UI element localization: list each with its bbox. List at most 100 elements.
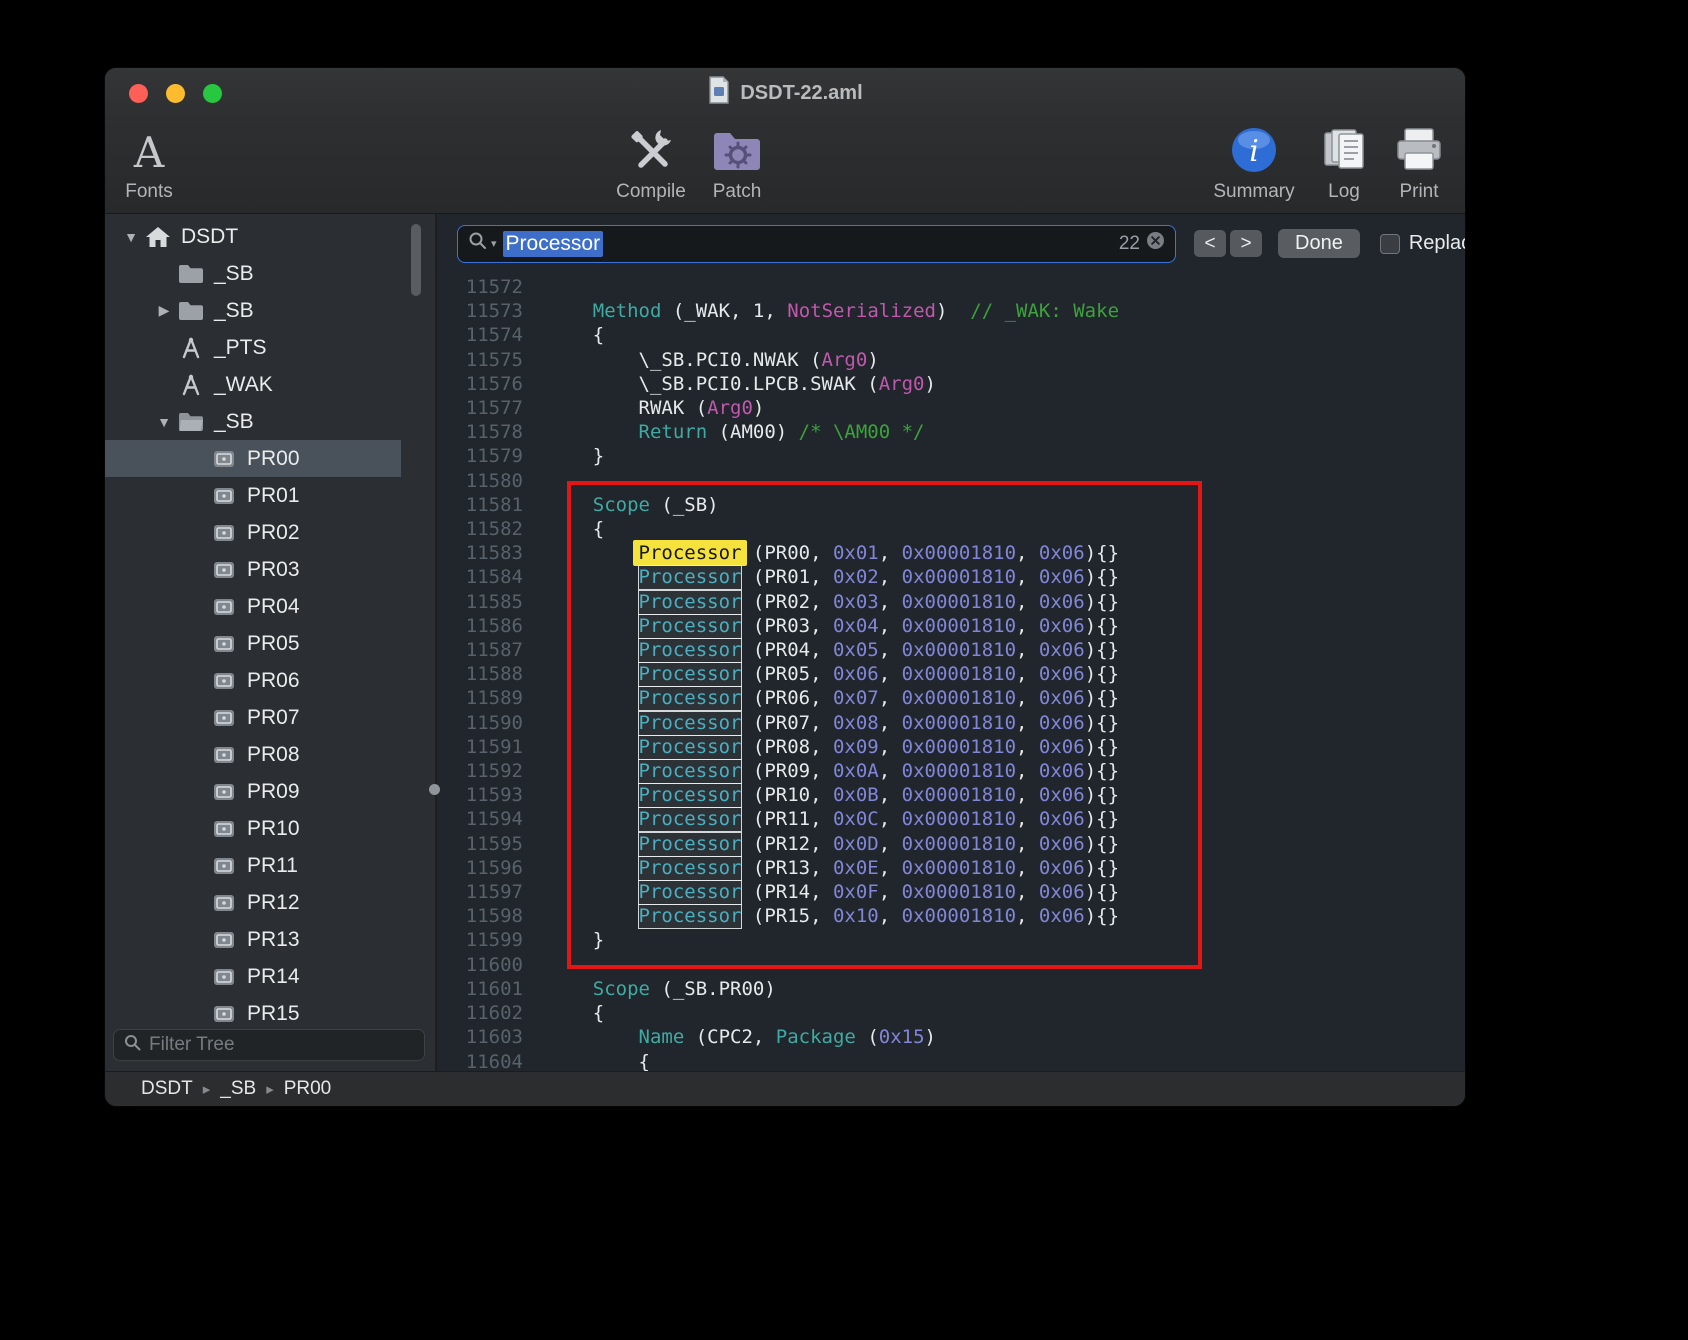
find-previous-button[interactable]: < (1194, 230, 1226, 257)
tree-item-pts[interactable]: _PTS (105, 329, 435, 366)
compile-button[interactable]: Compile (605, 125, 697, 203)
editor-pane: ▾ Processor 22 < > Done Replace (437, 214, 1465, 1071)
line-number: 11582 (437, 517, 523, 541)
line-number: 11590 (437, 711, 523, 735)
disclosure-closed-icon[interactable]: ▶ (152, 302, 176, 319)
sidebar: ▼DSDT_SB▶_SB_PTS_WAK▼_SBPR00PR01PR02PR03… (105, 214, 437, 1071)
breadcrumb-item[interactable]: _SB (220, 1078, 256, 1100)
disclosure-open-icon[interactable]: ▼ (119, 229, 143, 245)
code-line: 11586 Processor (PR03, 0x04, 0x00001810,… (437, 614, 1465, 638)
search-match: Processor (638, 856, 743, 881)
code-line: 11591 Processor (PR08, 0x09, 0x00001810,… (437, 735, 1465, 759)
tree-item-pr11[interactable]: PR11 (105, 847, 435, 884)
tree-item-wak[interactable]: _WAK (105, 366, 435, 403)
compile-tools-icon (625, 124, 677, 182)
line-number: 11574 (437, 323, 523, 347)
tree-item-sb[interactable]: ▶_SB (105, 292, 435, 329)
code-line: 11589 Processor (PR06, 0x07, 0x00001810,… (437, 686, 1465, 710)
fonts-button[interactable]: A Fonts (119, 125, 179, 203)
tree-item-pr09[interactable]: PR09 (105, 773, 435, 810)
tree-item-label: _SB (214, 410, 254, 434)
clear-search-icon[interactable] (1146, 231, 1165, 256)
tree-item-pr10[interactable]: PR10 (105, 810, 435, 847)
tree-item-dsdt[interactable]: ▼DSDT (105, 218, 435, 255)
tree-item-pr12[interactable]: PR12 (105, 884, 435, 921)
code-line: 11603 Name (CPC2, Package (0x15) (437, 1025, 1465, 1049)
patch-button[interactable]: Patch (697, 125, 777, 203)
code-line: 11575 \_SB.PCI0.NWAK (Arg0) (437, 348, 1465, 372)
replace-checkbox[interactable] (1380, 234, 1400, 254)
printer-icon (1393, 125, 1445, 181)
filter-tree-input[interactable]: Filter Tree (113, 1029, 425, 1061)
log-button[interactable]: Log (1312, 125, 1376, 203)
processor-icon (209, 708, 239, 728)
match-count: 22 (1119, 233, 1140, 255)
code-line: 11580 (437, 469, 1465, 493)
find-next-button[interactable]: > (1230, 230, 1262, 257)
print-button[interactable]: Print (1385, 125, 1453, 203)
find-input[interactable]: ▾ Processor 22 (457, 225, 1176, 263)
tree-item-label: PR01 (247, 484, 300, 508)
print-label: Print (1385, 181, 1453, 203)
processor-icon (209, 967, 239, 987)
tree-item-pr06[interactable]: PR06 (105, 662, 435, 699)
tree-item-pr01[interactable]: PR01 (105, 477, 435, 514)
code-line: 11588 Processor (PR05, 0x06, 0x00001810,… (437, 662, 1465, 686)
tree-item-sb[interactable]: _SB (105, 255, 435, 292)
tree-item-pr05[interactable]: PR05 (105, 625, 435, 662)
code-line: 11579 } (437, 444, 1465, 468)
code-editor[interactable]: 1157211573 Method (_WAK, 1, NotSerialize… (437, 273, 1465, 1071)
tree-item-pr07[interactable]: PR07 (105, 699, 435, 736)
line-number: 11572 (437, 275, 523, 299)
code-line: 11585 Processor (PR02, 0x03, 0x00001810,… (437, 590, 1465, 614)
pane-splitter-handle[interactable] (429, 784, 440, 795)
processor-icon (209, 930, 239, 950)
minimize-window-button[interactable] (166, 84, 185, 103)
tree-item-pr08[interactable]: PR08 (105, 736, 435, 773)
tree-item-pr14[interactable]: PR14 (105, 958, 435, 995)
processor-icon (209, 486, 239, 506)
tree-item-pr04[interactable]: PR04 (105, 588, 435, 625)
line-number: 11575 (437, 348, 523, 372)
breadcrumb-item[interactable]: DSDT (141, 1078, 193, 1100)
close-window-button[interactable] (129, 84, 148, 103)
info-icon: i (1229, 125, 1279, 181)
tree-item-sb[interactable]: ▼ _SB (105, 403, 435, 440)
fonts-label: Fonts (119, 181, 179, 203)
search-match: Processor (638, 807, 743, 832)
replace-toggle[interactable]: Replace (1380, 232, 1465, 255)
done-button[interactable]: Done (1278, 229, 1360, 258)
toolbar: A Fonts Compile (105, 118, 1465, 214)
find-bar: ▾ Processor 22 < > Done Replace (437, 214, 1465, 273)
line-number: 11579 (437, 444, 523, 468)
search-menu-chevron-icon[interactable]: ▾ (491, 237, 497, 250)
zoom-window-button[interactable] (203, 84, 222, 103)
house-icon (143, 225, 173, 249)
summary-label: Summary (1205, 181, 1303, 203)
tree-item-pr00[interactable]: PR00 (105, 440, 401, 477)
code-line: 11596 Processor (PR13, 0x0E, 0x00001810,… (437, 856, 1465, 880)
line-number: 11603 (437, 1025, 523, 1049)
processor-icon (209, 745, 239, 765)
sidebar-scrollbar-thumb[interactable] (411, 224, 421, 296)
search-match: Processor (638, 638, 743, 663)
find-query-text: Processor (503, 231, 604, 257)
code-line: 11576 \_SB.PCI0.LPCB.SWAK (Arg0) (437, 372, 1465, 396)
search-match: Processor (638, 711, 743, 736)
tree-item-label: PR15 (247, 1002, 300, 1024)
tree-item-pr02[interactable]: PR02 (105, 514, 435, 551)
tree-item-pr15[interactable]: PR15 (105, 995, 435, 1023)
filter-tree-placeholder: Filter Tree (149, 1034, 235, 1056)
tree-item-pr03[interactable]: PR03 (105, 551, 435, 588)
line-number: 11573 (437, 299, 523, 323)
line-number: 11589 (437, 686, 523, 710)
summary-button[interactable]: i Summary (1205, 125, 1303, 203)
search-match: Processor (638, 614, 743, 639)
svg-text:i: i (1249, 134, 1259, 169)
search-match: Processor (638, 735, 743, 760)
breadcrumb-item[interactable]: PR00 (284, 1078, 332, 1100)
search-match: Processor (638, 590, 743, 615)
tree-item-pr13[interactable]: PR13 (105, 921, 435, 958)
disclosure-open-icon[interactable]: ▼ (152, 414, 176, 430)
compile-label: Compile (605, 181, 697, 203)
